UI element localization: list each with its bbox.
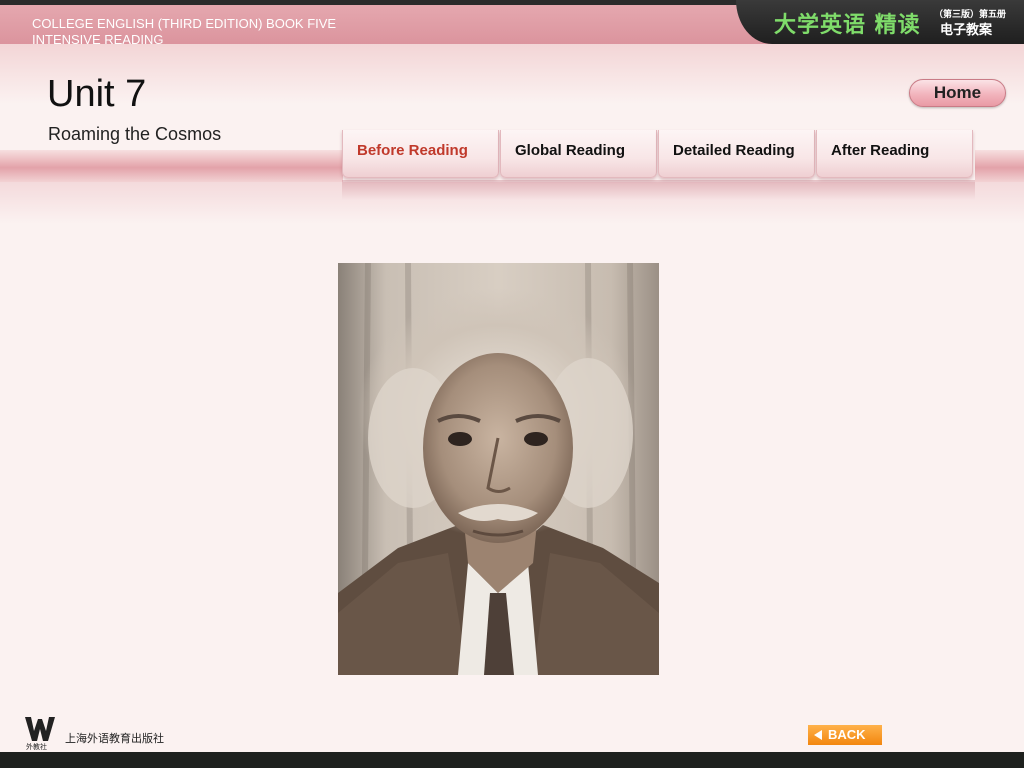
header-background	[0, 44, 1024, 104]
course-logo: 大学英语 精读 （第三版）第五册 电子教案	[736, 0, 1024, 44]
bottom-bar	[0, 752, 1024, 768]
course-logo-main: 大学英语 精读	[774, 13, 921, 38]
nav-stripe-right	[975, 150, 1024, 182]
back-label: BACK	[828, 727, 866, 742]
tab-after-reading[interactable]: After Reading	[816, 130, 973, 178]
publisher-logo-text: 外教社	[26, 742, 47, 751]
nav-stripe-left	[0, 150, 343, 182]
publisher-name: 上海外语教育出版社	[65, 732, 164, 745]
back-arrow-icon	[814, 730, 822, 740]
portrait-photo	[338, 263, 659, 675]
publisher-logo-icon: 外教社	[24, 715, 56, 751]
tab-global-reading[interactable]: Global Reading	[500, 130, 657, 178]
unit-subtitle: Roaming the Cosmos	[48, 124, 222, 144]
back-button[interactable]: BACK	[808, 725, 882, 745]
book-title-line1: COLLEGE ENGLISH (THIRD EDITION) BOOK FIV…	[32, 16, 337, 31]
home-button[interactable]: Home	[909, 79, 1006, 107]
tab-detailed-reading[interactable]: Detailed Reading	[658, 130, 815, 178]
unit-title: Unit 7	[47, 73, 147, 115]
section-tabs: Before Reading Global Reading Detailed R…	[342, 130, 974, 179]
course-logo-sub: 电子教案	[940, 23, 993, 38]
tab-before-reading[interactable]: Before Reading	[342, 130, 499, 178]
tabs-shadow	[342, 180, 975, 200]
